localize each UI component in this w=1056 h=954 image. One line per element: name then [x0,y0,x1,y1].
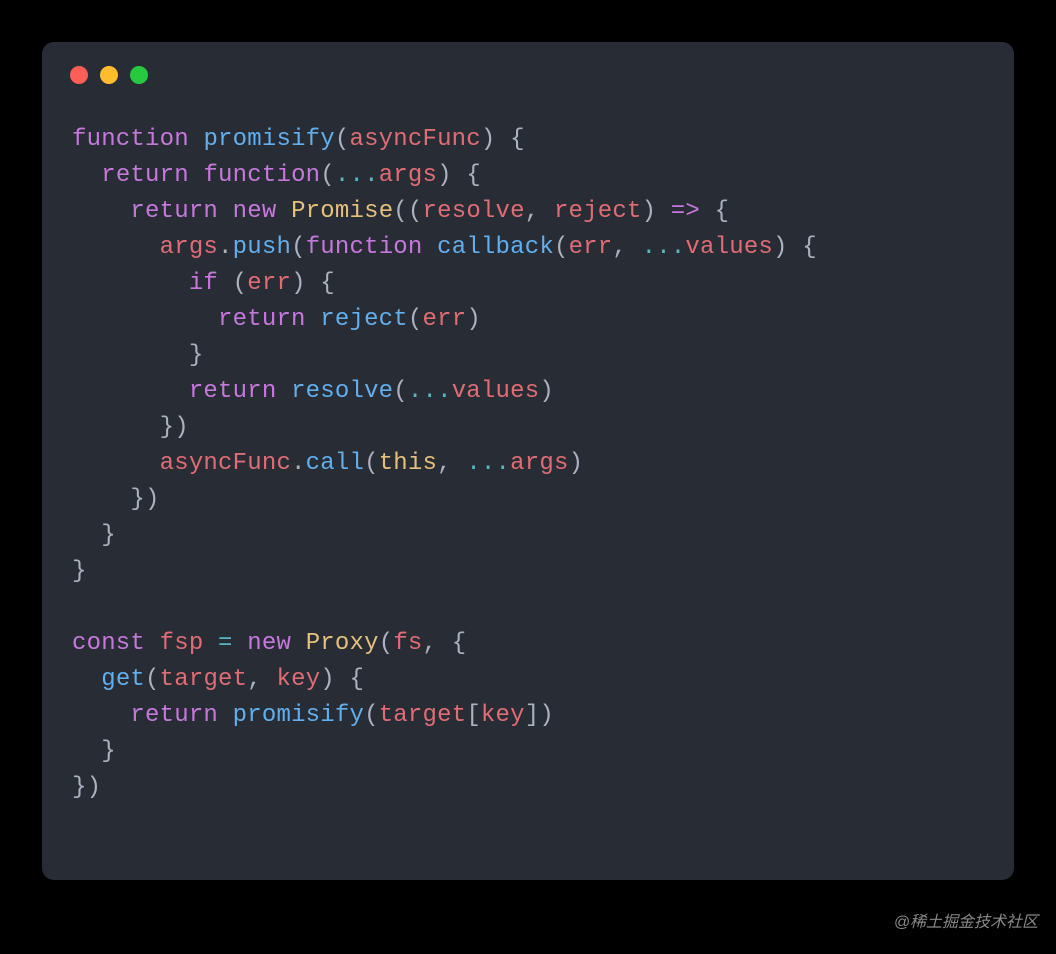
watermark: @稀土掘金技术社区 [894,908,1038,932]
minimize-icon[interactable] [100,66,118,84]
code-line: }) [72,414,189,441]
code-line: return reject(err) [72,306,481,333]
code-line: return new Promise((resolve, reject) => … [72,198,729,225]
maximize-icon[interactable] [130,66,148,84]
code-line: args.push(function callback(err, ...valu… [72,234,817,261]
code-line: get(target, key) { [72,666,364,693]
code-window: function promisify(asyncFunc) { return f… [42,42,1014,880]
code-line: } [72,738,116,765]
code-line: } [72,522,116,549]
code-line: }) [72,774,101,801]
code-line: } [72,342,203,369]
code-line: const fsp = new Proxy(fs, { [72,630,466,657]
code-line: return resolve(...values) [72,378,554,405]
code-line: function promisify(asyncFunc) { [72,126,525,153]
window-titlebar [42,42,1014,84]
code-block: function promisify(asyncFunc) { return f… [42,84,1014,836]
code-line: asyncFunc.call(this, ...args) [72,450,583,477]
code-line: return promisify(target[key]) [72,702,554,729]
close-icon[interactable] [70,66,88,84]
code-line: if (err) { [72,270,335,297]
code-line: }) [72,486,160,513]
code-line: return function(...args) { [72,162,481,189]
code-line: } [72,558,87,585]
